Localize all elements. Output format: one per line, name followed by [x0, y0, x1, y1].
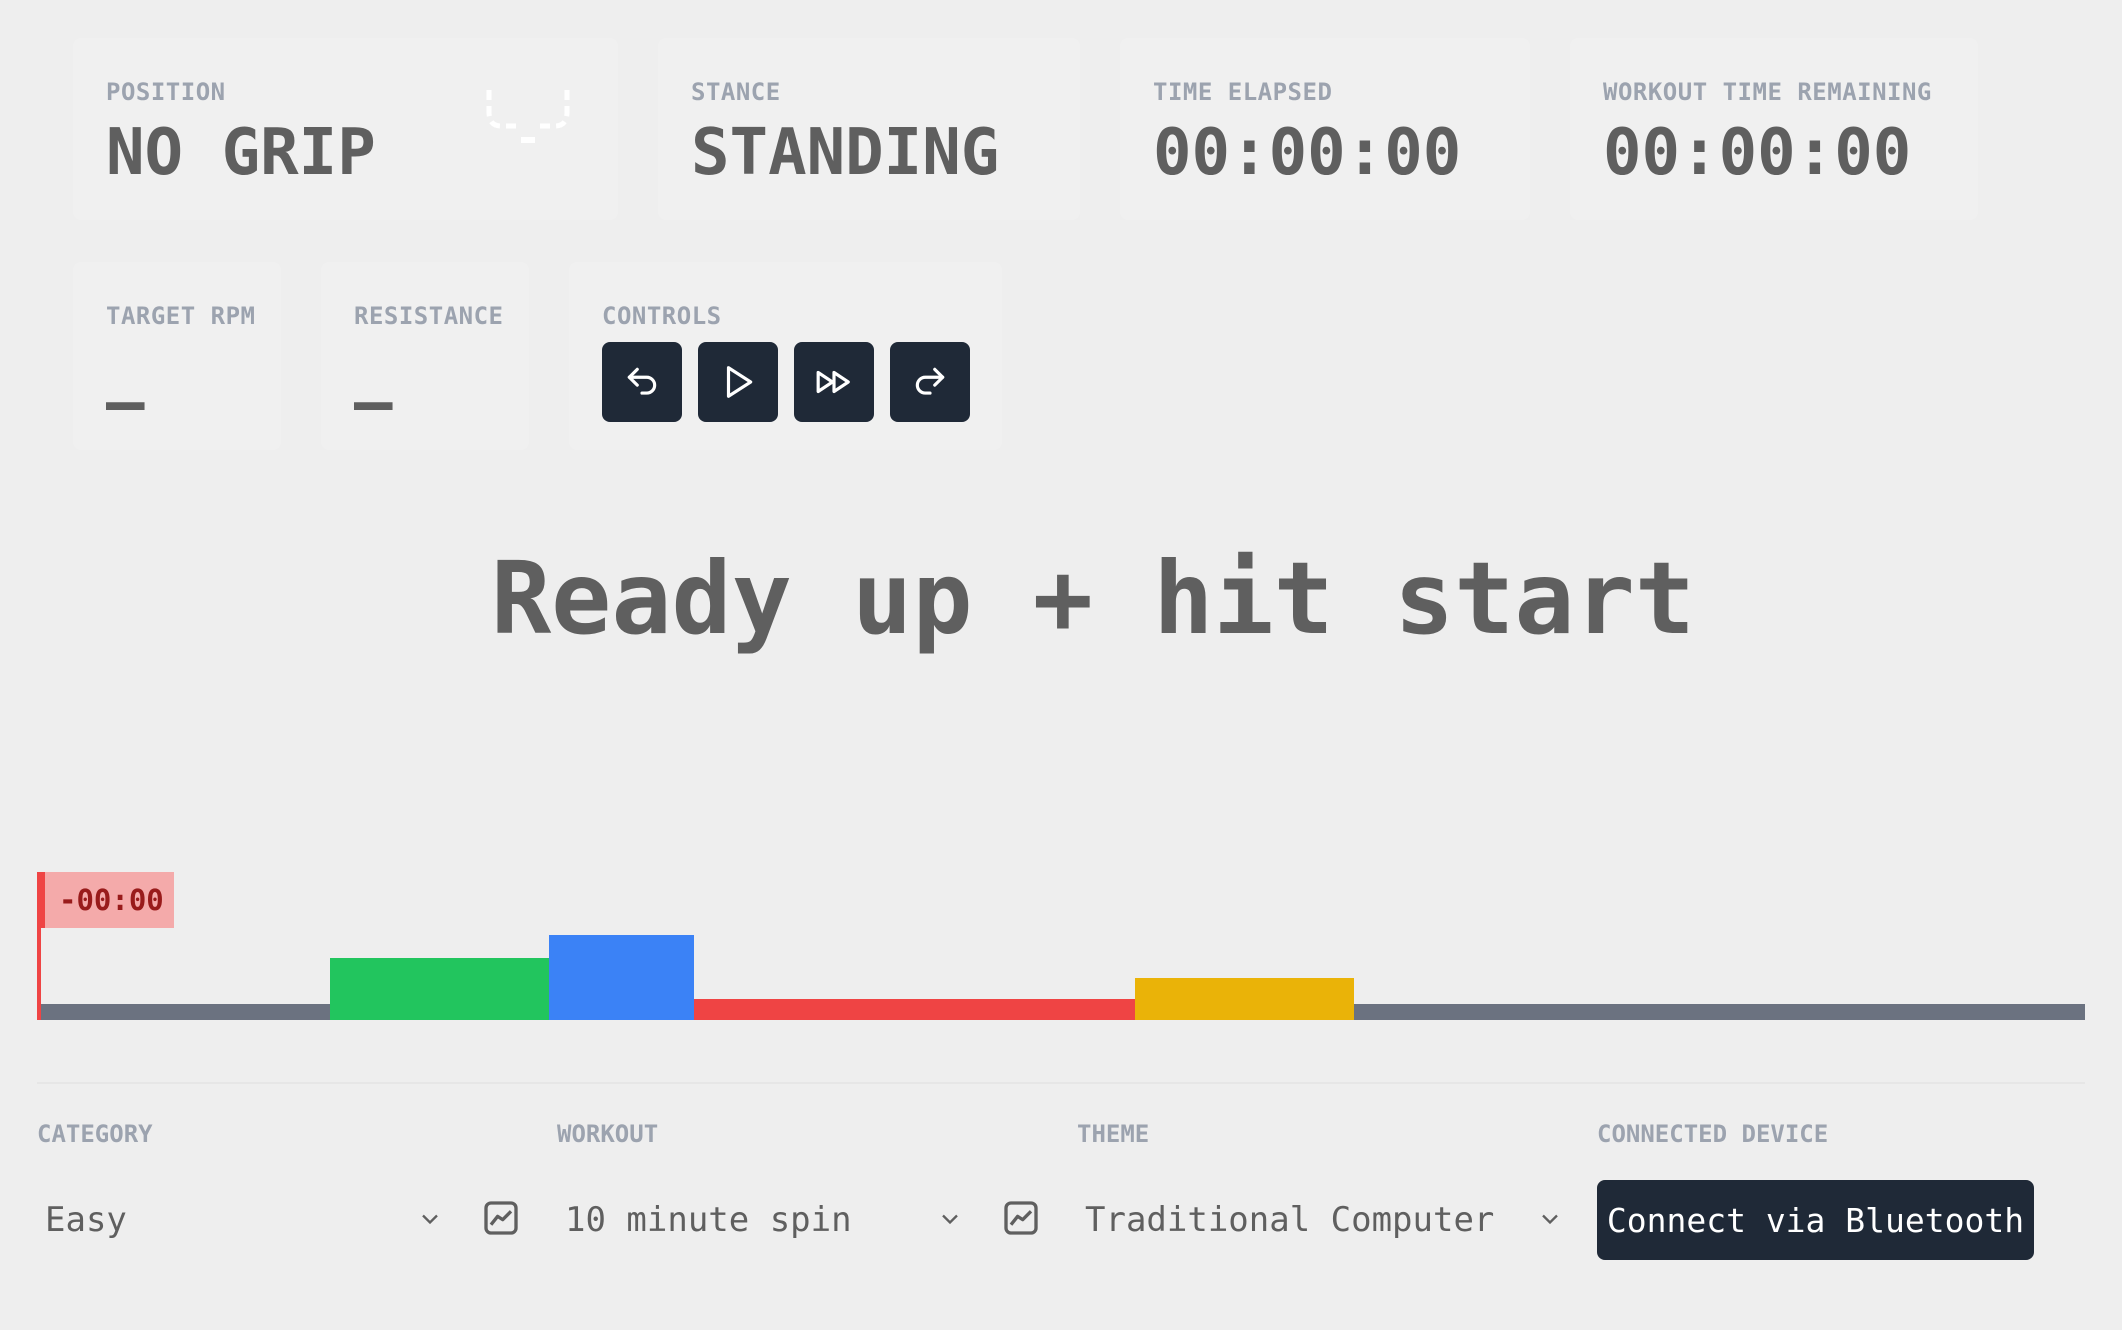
workout-value: 10 minute spin	[565, 1200, 852, 1240]
timeline-segment	[1353, 1004, 2085, 1020]
redo-arrow-icon	[915, 367, 945, 395]
controls-button-row	[602, 342, 970, 422]
target-rpm-label: TARGET RPM	[106, 302, 256, 330]
target-rpm-value: –	[106, 366, 145, 440]
timeline-segment	[1134, 978, 1354, 1020]
chart-icon[interactable]	[481, 1198, 521, 1238]
hands-off-grip-icon	[486, 90, 570, 143]
theme-value: Traditional Computer	[1085, 1200, 1495, 1240]
target-rpm-card: TARGET RPM –	[73, 262, 281, 450]
position-card: POSITION NO GRIP	[73, 38, 618, 220]
resistance-label: RESISTANCE	[354, 302, 504, 330]
workout-label: WORKOUT	[557, 1120, 659, 1148]
time-elapsed-label: TIME ELAPSED	[1153, 78, 1333, 106]
theme-select[interactable]: Traditional Computer	[1077, 1180, 1557, 1260]
time-remaining-value: 00:00:00	[1603, 116, 1912, 190]
connected-device-label: CONNECTED DEVICE	[1597, 1120, 1829, 1148]
connect-bluetooth-button[interactable]: Connect via Bluetooth	[1597, 1180, 2034, 1260]
timeline-segment	[549, 935, 695, 1020]
time-elapsed-value: 00:00:00	[1153, 116, 1462, 190]
stance-value: STANDING	[691, 116, 1000, 190]
undo-arrow-icon	[627, 367, 657, 395]
time-remaining-card: WORKOUT TIME REMAINING 00:00:00	[1570, 38, 1978, 220]
stance-label: STANCE	[691, 78, 781, 106]
chevron-down-icon[interactable]	[416, 1205, 444, 1233]
play-icon	[726, 366, 753, 398]
fast-forward-icon	[816, 370, 850, 394]
timeline-segment	[37, 1004, 330, 1020]
position-label: POSITION	[106, 78, 226, 106]
category-label: CATEGORY	[37, 1120, 153, 1148]
redo-button[interactable]	[890, 342, 970, 422]
resistance-card: RESISTANCE –	[321, 262, 529, 450]
timeline-segment	[694, 999, 1135, 1020]
category-value: Easy	[45, 1200, 127, 1240]
restart-button[interactable]	[602, 342, 682, 422]
stance-card: STANCE STANDING	[658, 38, 1080, 220]
workout-timeline[interactable]: -00:00	[37, 860, 2085, 1020]
chevron-down-icon[interactable]	[936, 1205, 964, 1233]
time-elapsed-card: TIME ELAPSED 00:00:00	[1120, 38, 1530, 220]
play-button[interactable]	[698, 342, 778, 422]
category-select[interactable]: Easy	[37, 1180, 447, 1260]
controls-card: CONTROLS	[569, 262, 1002, 450]
theme-label: THEME	[1077, 1120, 1150, 1148]
position-value: NO GRIP	[106, 116, 376, 190]
timeline-segment	[329, 958, 549, 1020]
time-remaining-label: WORKOUT TIME REMAINING	[1603, 78, 1932, 106]
skip-button[interactable]	[794, 342, 874, 422]
chart-icon[interactable]	[1001, 1198, 1041, 1238]
workout-select[interactable]: 10 minute spin	[557, 1180, 967, 1260]
countdown-flag: -00:00	[37, 872, 174, 928]
resistance-value: –	[354, 366, 393, 440]
section-divider	[37, 1082, 2085, 1084]
controls-label: CONTROLS	[602, 302, 722, 330]
status-headline: Ready up + hit start	[490, 540, 1696, 657]
chevron-down-icon[interactable]	[1536, 1205, 1564, 1233]
